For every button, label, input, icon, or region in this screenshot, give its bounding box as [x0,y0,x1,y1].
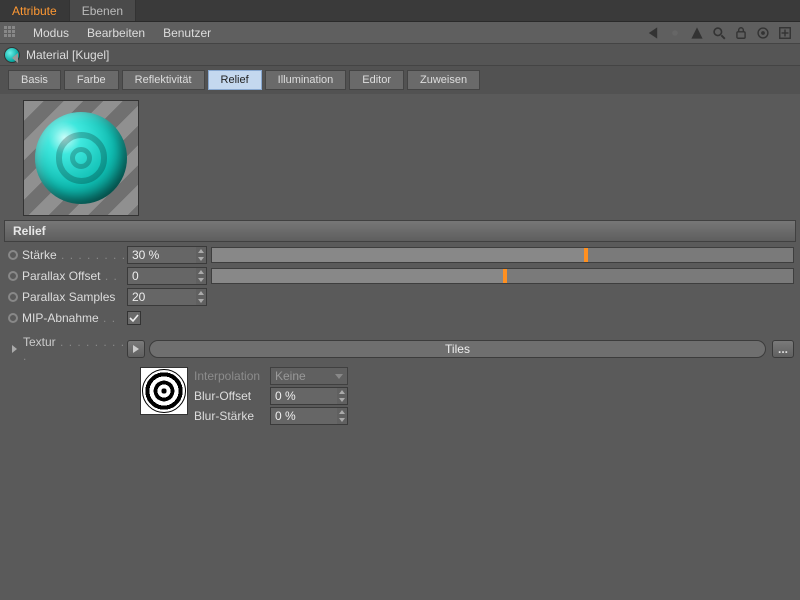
label-parallax-samples: Parallax Samples [22,290,127,304]
dot-icon[interactable] [666,24,684,42]
grip-icon[interactable] [4,26,18,40]
up-arrow-icon[interactable] [688,24,706,42]
spinner-parallax-offset[interactable] [196,268,206,284]
textur-menu-button[interactable] [127,340,145,358]
preview-sphere-icon [35,112,127,204]
anim-dot-staerke[interactable] [8,250,18,260]
label-interpolation: Interpolation [194,369,270,383]
menubar: Modus Bearbeiten Benutzer [0,22,800,44]
lock-icon[interactable] [732,24,750,42]
section-relief: Relief [4,220,796,242]
textur-thumbnail[interactable] [140,367,188,415]
spinner-blur-offset[interactable] [337,388,347,404]
menu-benutzer[interactable]: Benutzer [154,23,220,43]
input-parallax-offset[interactable]: 0 [127,267,207,285]
input-parallax-samples[interactable]: 20 [127,288,207,306]
anim-dot-mip[interactable] [8,313,18,323]
history-prev-icon[interactable] [644,24,662,42]
tab-relief[interactable]: Relief [208,70,262,90]
tab-editor[interactable]: Editor [349,70,404,90]
spinner-staerke[interactable] [196,247,206,263]
tab-illumination[interactable]: Illumination [265,70,347,90]
select-interpolation[interactable]: Keine [270,367,348,385]
anim-dot-parallax-samples[interactable] [8,292,18,302]
label-staerke: Stärke . . . . . . . . . [22,248,127,262]
label-blur-staerke: Blur-Stärke [194,409,270,423]
input-blur-staerke[interactable]: 0 % [270,407,348,425]
object-header: Material [Kugel] [0,44,800,66]
menu-bearbeiten[interactable]: Bearbeiten [78,23,154,43]
object-title: Material [Kugel] [26,48,109,62]
tab-basis[interactable]: Basis [8,70,61,90]
search-icon[interactable] [710,24,728,42]
new-panel-icon[interactable] [776,24,794,42]
label-textur: Textur . . . . . . . . . [23,335,127,363]
checkbox-mip[interactable] [127,311,141,325]
tab-zuweisen[interactable]: Zuweisen [407,70,480,90]
tab-farbe[interactable]: Farbe [64,70,119,90]
preview-area [0,94,800,220]
tab-ebenen[interactable]: Ebenen [70,0,136,21]
target-icon[interactable] [754,24,772,42]
label-mip: MIP-Abnahme . . [22,311,127,325]
chevron-down-icon [335,374,343,379]
textur-browse-button[interactable]: ... [772,340,794,358]
material-preview[interactable] [23,100,139,216]
label-parallax-offset: Parallax Offset . . [22,269,127,283]
input-staerke[interactable]: 30 % [127,246,207,264]
input-blur-offset[interactable]: 0 % [270,387,348,405]
tiles-icon [142,369,186,413]
spinner-parallax-samples[interactable] [196,289,206,305]
label-blur-offset: Blur-Offset [194,389,270,403]
anim-dot-parallax-offset[interactable] [8,271,18,281]
value-staerke[interactable]: 30 % [128,248,196,262]
menu-modus[interactable]: Modus [24,23,78,43]
tab-reflektivitaet[interactable]: Reflektivität [122,70,205,90]
spinner-blur-staerke[interactable] [337,408,347,424]
textur-field[interactable]: Tiles [149,340,766,358]
slider-staerke[interactable] [211,247,794,263]
tab-attribute[interactable]: Attribute [0,0,70,21]
slider-parallax-offset[interactable] [211,268,794,284]
collapse-arrow-icon[interactable] [12,53,18,63]
expand-textur-icon[interactable] [12,345,17,353]
